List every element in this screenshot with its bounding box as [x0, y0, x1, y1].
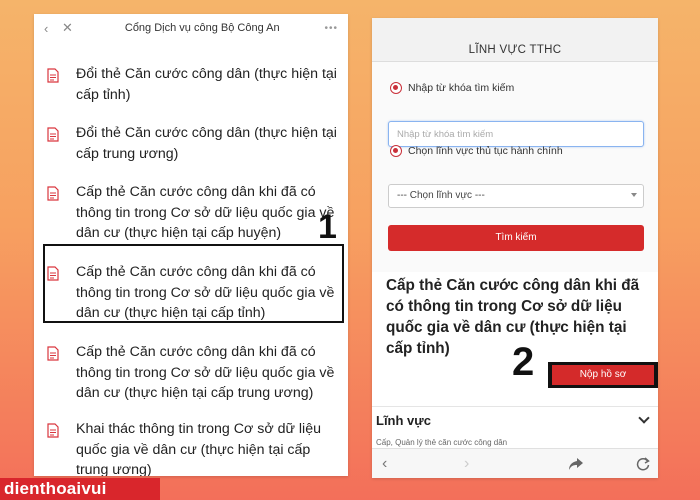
browser-bottom-bar: ‹ › [372, 448, 658, 478]
search-button[interactable]: Tìm kiếm [388, 225, 644, 251]
chevron-left-icon[interactable]: ‹ [44, 21, 62, 36]
left-phone-screen: ‹ ✕ Cổng Dịch vụ công Bộ Công An ••• Đổi… [34, 14, 348, 476]
divider [372, 406, 658, 407]
back-arrow-icon[interactable]: ‹ [382, 455, 387, 473]
pdf-document-icon [47, 186, 59, 201]
field-radio-label: Chọn lĩnh vực thủ tục hành chính [408, 145, 563, 157]
search-input[interactable] [388, 121, 644, 147]
chevron-down-icon [631, 193, 637, 197]
page-title: Cổng Dịch vụ công Bộ Công An [124, 22, 280, 34]
close-icon[interactable]: ✕ [62, 20, 80, 36]
refresh-icon[interactable] [636, 457, 650, 471]
field-select-value: --- Chọn lĩnh vực --- [397, 190, 485, 201]
pdf-document-icon [47, 127, 59, 142]
brand-logo: dienthoaivui [0, 478, 160, 500]
share-icon[interactable] [568, 457, 584, 471]
right-phone-screen: LĨNH VỰC TTHC Nhập từ khóa tìm kiếm Chọn… [372, 18, 658, 478]
list-item-text: Cấp thẻ Căn cước công dân khi đã có thôn… [76, 344, 335, 401]
browser-top-bar: ‹ ✕ Cổng Dịch vụ công Bộ Công An ••• [34, 14, 348, 42]
more-menu-icon[interactable]: ••• [324, 23, 338, 34]
pdf-document-icon [47, 346, 59, 361]
highlight-box [43, 244, 344, 323]
field-radio[interactable] [390, 145, 402, 157]
submit-button[interactable]: Nộp hồ sơ [552, 365, 654, 385]
field-select[interactable]: --- Chọn lĩnh vực --- [388, 184, 644, 208]
list-item-text: Khai thác thông tin trong Cơ sở dữ liệu … [76, 421, 321, 476]
chevron-down-icon[interactable] [638, 412, 650, 424]
step-number-1: 1 [318, 208, 337, 246]
list-item-text: Đổi thẻ Căn cước công dân (thực hiện tại… [76, 125, 337, 162]
list-item-text: Cấp thẻ Căn cước công dân khi đã có thôn… [76, 184, 335, 241]
forward-arrow-icon[interactable]: › [464, 455, 469, 473]
keyword-radio-label: Nhập từ khóa tìm kiếm [408, 82, 515, 94]
field-label: Lĩnh vực [376, 413, 431, 428]
keyword-radio[interactable] [390, 82, 402, 94]
pdf-document-icon [47, 68, 59, 83]
step-number-2: 2 [512, 340, 535, 384]
field-value: Cấp, Quản lý thẻ căn cước công dân [376, 438, 508, 447]
pdf-document-icon [47, 423, 59, 438]
list-item-text: Đổi thẻ Căn cước công dân (thực hiện tại… [76, 66, 337, 103]
panel-header: LĨNH VỰC TTHC [372, 18, 658, 62]
panel-title: LĨNH VỰC TTHC [468, 44, 562, 56]
